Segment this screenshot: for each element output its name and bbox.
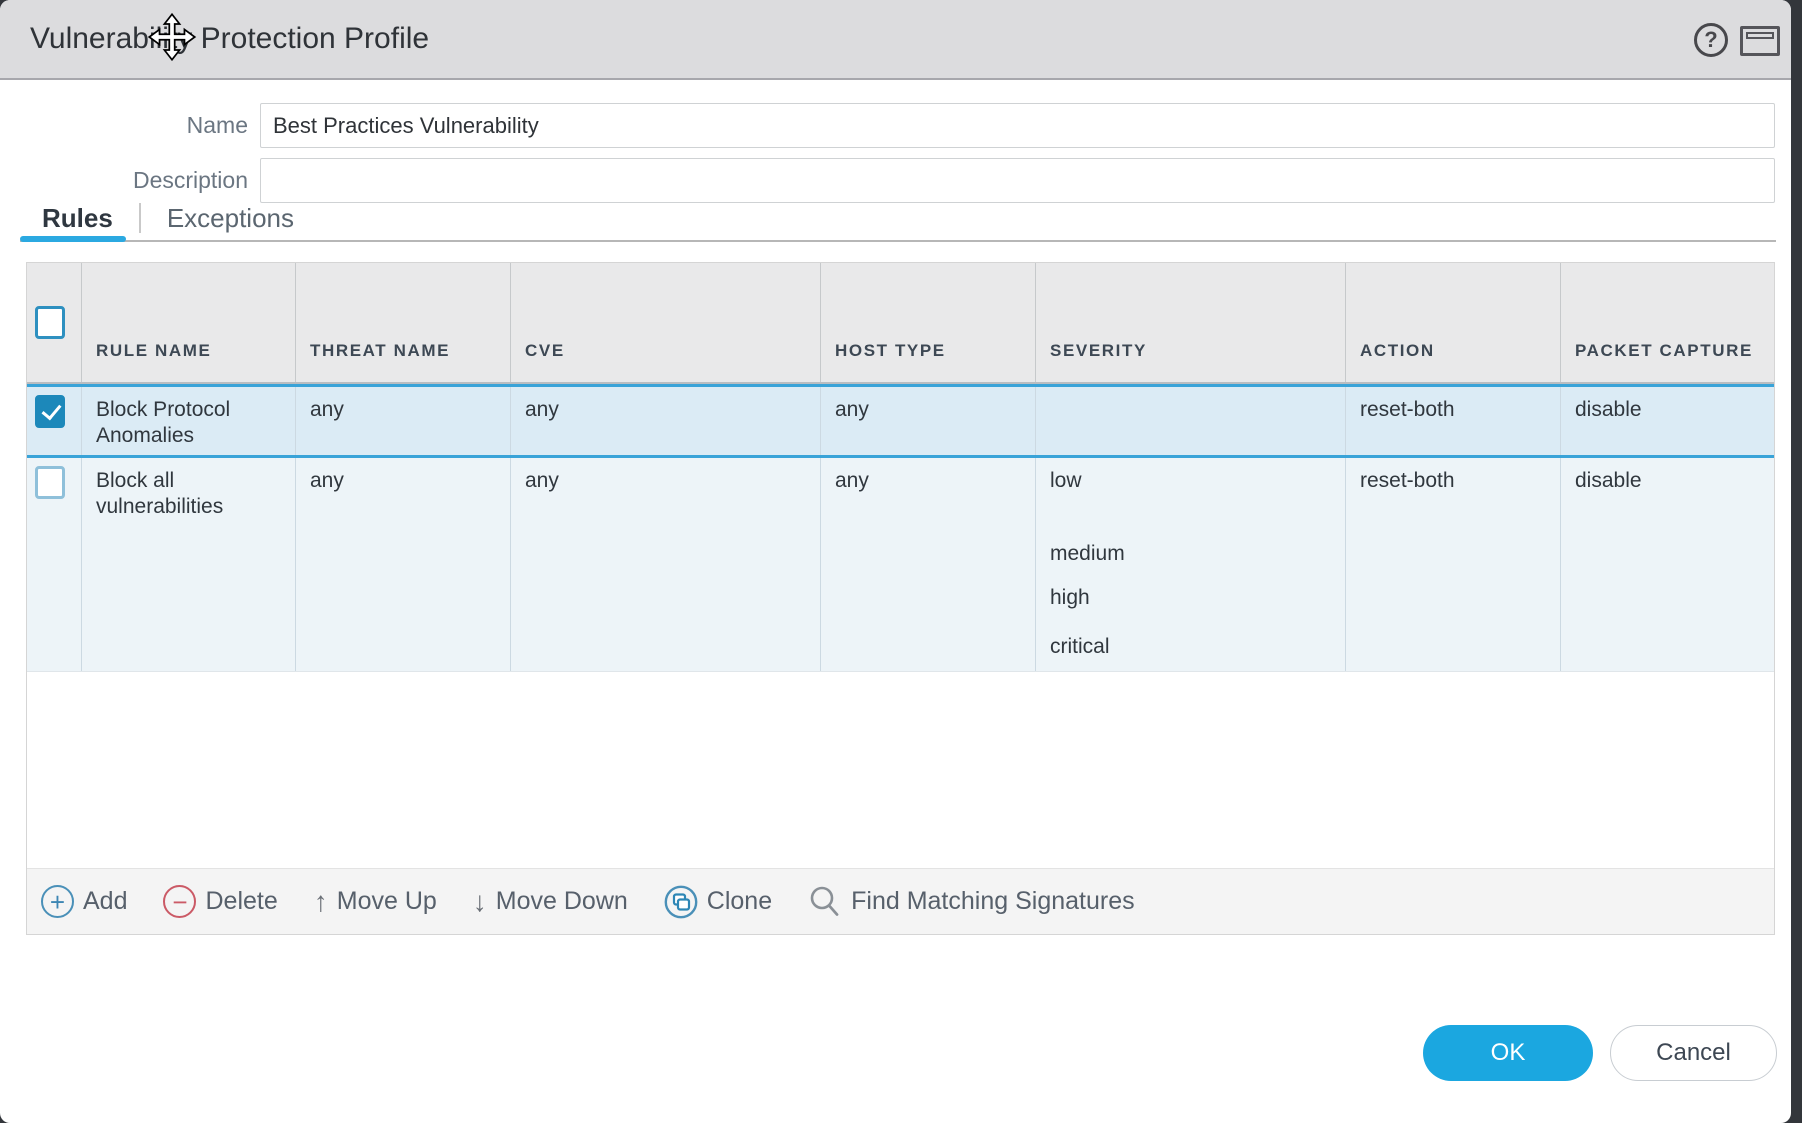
help-icon-glyph: ? [1704, 27, 1717, 52]
col-header-host-type[interactable]: HOST TYPE [821, 263, 1036, 382]
dialog-titlebar[interactable]: Vulnerability Protection Profile ? [0, 0, 1791, 80]
severity-value: high [1050, 585, 1333, 611]
name-label: Name [0, 103, 248, 148]
cell-threat-name: any [296, 387, 511, 455]
severity-value: critical [1050, 634, 1333, 660]
cell-rule-name: Block Protocol Anomalies [82, 387, 296, 455]
active-tab-indicator [20, 236, 126, 242]
dialog-title: Vulnerability Protection Profile [30, 0, 429, 78]
row-checkbox-cell [27, 458, 82, 671]
cell-rule-name: Block all vulnerabilities [82, 458, 296, 671]
cell-action: reset-both [1346, 387, 1561, 455]
move-up-icon: ↑ [314, 886, 328, 918]
move-down-icon: ↓ [473, 886, 487, 918]
cell-packet-capture: disable [1561, 387, 1774, 455]
name-input[interactable] [260, 103, 1775, 148]
table-row-block-all-vulnerabilities[interactable]: Block all vulnerabilities any any any lo… [27, 458, 1774, 672]
vulnerability-protection-profile-dialog: Vulnerability Protection Profile ? Name … [0, 0, 1791, 1123]
search-icon [808, 885, 842, 919]
cell-severity: low medium high critical [1036, 458, 1346, 671]
col-header-rule-name[interactable]: RULE NAME [82, 263, 296, 382]
select-all-checkbox[interactable] [35, 306, 65, 339]
move-up-button[interactable]: ↑ Move Up [314, 886, 437, 918]
row-checkbox[interactable] [35, 466, 65, 499]
move-up-label: Move Up [337, 887, 437, 916]
delete-button[interactable]: − Delete [163, 885, 277, 918]
clone-button[interactable]: Clone [664, 885, 772, 919]
col-header-threat-name[interactable]: THREAT NAME [296, 263, 511, 382]
rules-table: RULE NAME THREAT NAME CVE HOST TYPE SEVE… [26, 262, 1775, 935]
delete-icon: − [163, 885, 196, 918]
cell-packet-capture: disable [1561, 458, 1774, 671]
severity-value: medium [1050, 541, 1333, 567]
cell-action: reset-both [1346, 458, 1561, 671]
move-down-label: Move Down [496, 887, 628, 916]
add-icon: + [41, 885, 74, 918]
add-label: Add [83, 887, 127, 916]
table-empty-area [27, 672, 1774, 868]
severity-value: low [1050, 468, 1333, 494]
cell-host-type: any [821, 458, 1036, 671]
col-header-action[interactable]: ACTION [1346, 263, 1561, 382]
select-all-cell [27, 263, 82, 382]
col-header-cve[interactable]: CVE [511, 263, 821, 382]
move-down-button[interactable]: ↓ Move Down [473, 886, 628, 918]
row-checkbox-cell [27, 387, 82, 455]
col-header-severity[interactable]: SEVERITY [1036, 263, 1346, 382]
cell-severity [1036, 387, 1346, 455]
table-toolbar: + Add − Delete ↑ Move Up ↓ Move Down [27, 868, 1774, 934]
tab-exceptions[interactable]: Exceptions [167, 203, 294, 234]
description-input[interactable] [260, 158, 1775, 203]
cell-cve: any [511, 387, 821, 455]
row-checkbox[interactable] [35, 395, 65, 428]
col-header-packet-capture[interactable]: PACKET CAPTURE [1561, 263, 1774, 382]
tab-bar: Rules Exceptions [42, 198, 294, 238]
cell-host-type: any [821, 387, 1036, 455]
window-icon-bar [1746, 32, 1774, 39]
find-matching-signatures-label: Find Matching Signatures [851, 887, 1134, 916]
cell-threat-name: any [296, 458, 511, 671]
help-icon[interactable]: ? [1694, 23, 1728, 57]
clone-label: Clone [707, 887, 772, 916]
move-cursor-icon [146, 11, 198, 63]
tabs-baseline [20, 240, 1776, 242]
tab-divider [139, 203, 141, 233]
find-matching-signatures-button[interactable]: Find Matching Signatures [808, 885, 1134, 919]
ok-button[interactable]: OK [1423, 1025, 1593, 1081]
description-label: Description [0, 158, 248, 203]
cancel-button[interactable]: Cancel [1610, 1025, 1777, 1081]
cell-cve: any [511, 458, 821, 671]
window-icon[interactable] [1740, 26, 1780, 56]
tab-rules[interactable]: Rules [42, 203, 113, 234]
add-button[interactable]: + Add [41, 885, 127, 918]
table-row-block-protocol-anomalies[interactable]: Block Protocol Anomalies any any any res… [27, 384, 1774, 458]
table-header-row: RULE NAME THREAT NAME CVE HOST TYPE SEVE… [27, 263, 1774, 384]
clone-icon [664, 885, 698, 919]
delete-label: Delete [205, 887, 277, 916]
